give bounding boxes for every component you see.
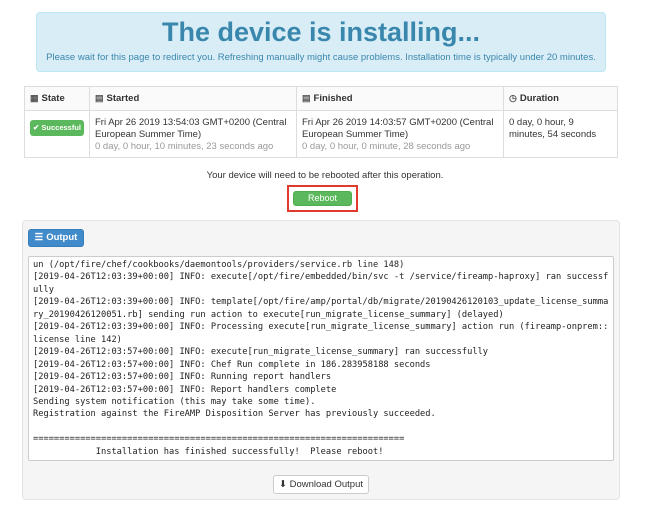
reboot-note: Your device will need to be rebooted aft… [206,170,444,181]
output-log[interactable]: un (/opt/fire/chef/cookbooks/daemontools… [28,256,614,461]
check-icon: ✔ [33,123,40,132]
table-header-row: ▦ State ▤ Started ▤ Finished ◷ Duration [24,86,618,111]
finished-elapsed: 0 day, 0 hour, 0 minute, 28 seconds ago [302,141,471,152]
output-log-text: un (/opt/fire/chef/cookbooks/daemontools… [33,260,609,460]
reboot-button[interactable]: Reboot [293,191,352,206]
cell-started: Fri Apr 26 2019 13:54:03 GMT+0200 (Centr… [89,110,297,158]
calendar-icon: ▤ [302,93,311,103]
grid-icon: ▦ [30,93,39,103]
page-subtitle: Please wait for this page to redirect yo… [46,52,596,63]
cell-duration: 0 day, 0 hour, 9 minutes, 54 seconds [503,110,618,158]
header-started: ▤ Started [89,86,297,111]
header-finished: ▤ Finished [296,86,504,111]
download-output-button[interactable]: ⬇ Download Output [273,475,369,494]
output-panel: ☰ Output un (/opt/fire/chef/cookbooks/dae… [22,220,620,500]
duration-value: 0 day, 0 hour, 9 minutes, 54 seconds [509,117,597,140]
header-duration: ◷ Duration [503,86,618,111]
header-state: ▦ State [24,86,90,111]
install-status-table: ▦ State ▤ Started ▤ Finished ◷ Duration ✔ Su… [24,86,618,158]
cell-state: ✔ Successful [24,110,90,158]
clock-icon: ◷ [509,93,517,103]
output-toggle-button[interactable]: ☰ Output [28,229,84,247]
started-elapsed: 0 day, 0 hour, 10 minutes, 23 seconds ag… [95,141,274,152]
download-icon: ⬇ [278,479,287,490]
reboot-highlight-frame: Reboot [287,185,358,212]
page-title: The device is installing... [161,17,481,47]
calendar-icon: ▤ [95,93,104,103]
install-banner: The device is installing... Please wait … [36,12,606,72]
started-time: Fri Apr 26 2019 13:54:03 GMT+0200 (Centr… [95,117,287,140]
cell-finished: Fri Apr 26 2019 14:03:57 GMT+0200 (Centr… [296,110,504,158]
list-icon: ☰ [34,232,44,243]
status-badge: ✔ Successful [30,120,84,136]
table-row: ✔ Successful Fri Apr 26 2019 13:54:03 GM… [24,110,618,158]
finished-time: Fri Apr 26 2019 14:03:57 GMT+0200 (Centr… [302,117,494,140]
